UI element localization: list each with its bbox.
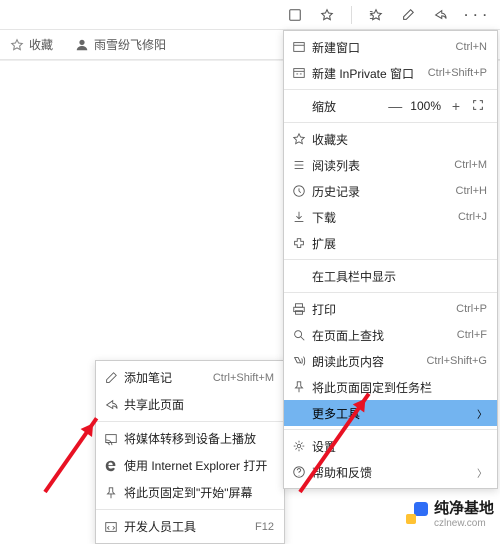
notes-icon[interactable] [400,7,416,23]
more-button[interactable]: · · · [464,8,488,22]
ie-icon [104,459,124,473]
reading-icon[interactable] [287,7,303,23]
favorites-label: 收藏 [29,36,53,53]
menu-divider [284,292,497,293]
gear-icon [292,439,312,453]
menu-new-inprivate[interactable]: 新建 InPrivate 窗口 Ctrl+Shift+P [284,60,497,86]
favorites-toggle[interactable]: 收藏 [10,36,53,53]
menu-divider [284,89,497,90]
menu-favorites[interactable]: 收藏夹 [284,126,497,152]
share-icon [104,398,124,412]
menu-more-tools[interactable]: 更多工具 〉 [284,400,497,426]
menu-new-window[interactable]: 新建窗口 Ctrl+N [284,34,497,60]
titlebar: · · · [0,0,500,30]
inprivate-icon [292,66,312,80]
submenu-add-notes[interactable]: 添加笔记 Ctrl+Shift+M [96,364,284,391]
chevron-right-icon: 〉 [477,465,487,480]
devtools-icon [104,520,124,534]
menu-read-aloud[interactable]: 朗读此页内容 Ctrl+Shift+G [284,348,497,374]
pin-icon [104,486,124,500]
menu-divider [96,421,284,422]
menu-show-toolbar[interactable]: 在工具栏中显示 [284,263,497,289]
bookmark-label: 雨雪纷飞修阳 [94,36,166,53]
menu-settings[interactable]: 设置 [284,433,497,459]
share-icon[interactable] [432,7,448,23]
extension-icon [292,236,312,250]
brand-url: czlnew.com [434,518,494,529]
menu-divider [284,429,497,430]
submenu-open-ie[interactable]: 使用 Internet Explorer 打开 [96,452,284,479]
menu-zoom: 缩放 — 100% + [284,93,497,119]
menu-divider [96,509,284,510]
submenu-cast[interactable]: 将媒体转移到设备上播放 [96,425,284,452]
menu-downloads[interactable]: 下载 Ctrl+J [284,204,497,230]
brand-logo [406,502,428,524]
search-icon [292,328,312,342]
history-icon [292,184,312,198]
cast-icon [104,432,124,446]
window-icon [292,40,312,54]
zoom-value: 100% [406,99,445,113]
more-menu: 新建窗口 Ctrl+N 新建 InPrivate 窗口 Ctrl+Shift+P… [283,30,498,489]
submenu-share[interactable]: 共享此页面 [96,391,284,418]
list-icon [292,158,312,172]
read-aloud-icon [292,354,312,368]
submenu-pin-start[interactable]: 将此页固定到"开始"屏幕 [96,479,284,506]
favorites-hub-icon[interactable] [368,7,384,23]
fullscreen-button[interactable] [467,98,489,115]
menu-print[interactable]: 打印 Ctrl+P [284,296,497,322]
favorite-icon[interactable] [319,7,335,23]
watermark: 纯净基地 czlnew.com [406,497,494,529]
menu-pin-taskbar[interactable]: 将此页面固定到任务栏 [284,374,497,400]
download-icon [292,210,312,224]
menu-divider [284,259,497,260]
brand-name: 纯净基地 [434,497,494,518]
separator [351,6,352,24]
zoom-in-button[interactable]: + [445,98,467,114]
menu-extensions[interactable]: 扩展 [284,230,497,256]
menu-history[interactable]: 历史记录 Ctrl+H [284,178,497,204]
zoom-out-button[interactable]: — [384,98,406,114]
menu-divider [284,122,497,123]
bookmark-item[interactable]: 雨雪纷飞修阳 [75,36,166,53]
pen-icon [104,371,124,385]
pin-icon [292,380,312,394]
submenu-devtools[interactable]: 开发人员工具 F12 [96,513,284,540]
more-tools-submenu: 添加笔记 Ctrl+Shift+M 共享此页面 将媒体转移到设备上播放 使用 I… [95,360,285,544]
star-icon [292,132,312,146]
menu-reading-list[interactable]: 阅读列表 Ctrl+M [284,152,497,178]
print-icon [292,302,312,316]
menu-find[interactable]: 在页面上查找 Ctrl+F [284,322,497,348]
chevron-right-icon: 〉 [477,406,487,421]
